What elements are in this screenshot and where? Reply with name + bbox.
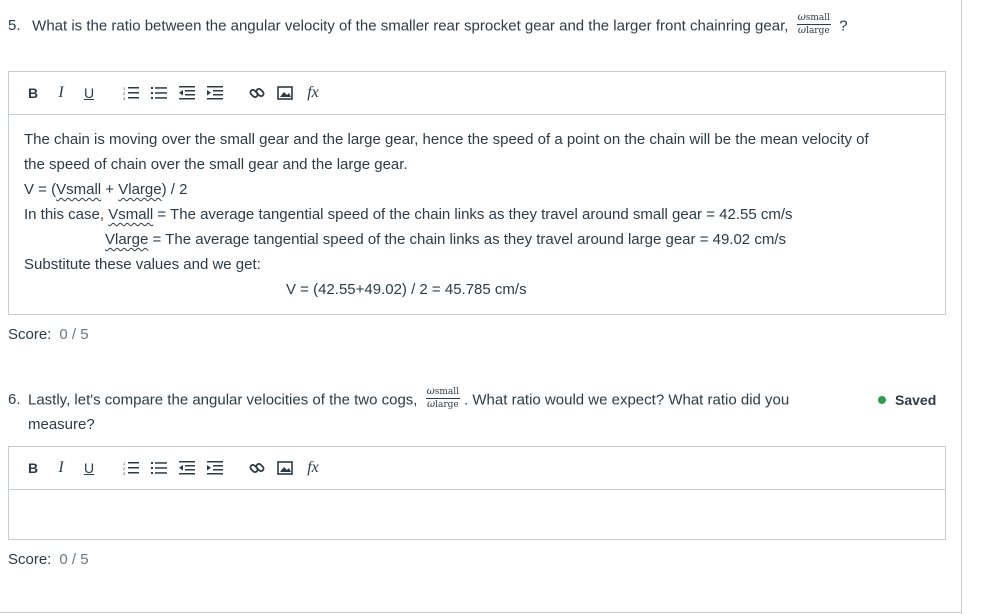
answer-result: V = (42.55+49.02) / 2 = 45.785 cm/s (286, 281, 527, 298)
answer-line: In this case, Vsmall = The average tange… (24, 206, 793, 223)
outdent-icon[interactable] (178, 84, 196, 102)
omega-ratio-fraction: ωsmall ωlarge (796, 12, 832, 36)
bullet-list-icon[interactable] (150, 459, 168, 477)
equation-button[interactable]: fx (304, 84, 322, 102)
image-icon[interactable] (276, 84, 294, 102)
bold-button[interactable]: B (24, 84, 42, 102)
score-value: 0 / 5 (59, 551, 89, 568)
answer-line: the speed of chain over the small gear a… (24, 156, 408, 173)
rich-text-editor-q5[interactable]: B I U 123 fx The chain is moving over th… (8, 71, 946, 315)
question-tail: ? (839, 17, 848, 35)
editor-toolbar: B I U 123 fx (9, 72, 945, 115)
ordered-list-icon[interactable]: 123 (122, 459, 140, 477)
divider (0, 612, 962, 613)
score-value: 0 / 5 (59, 326, 89, 343)
svg-text:3: 3 (123, 471, 126, 475)
answer-line: The chain is moving over the small gear … (24, 131, 869, 148)
question-6: 6. Lastly, let's compare the angular velo… (8, 386, 868, 437)
score-label: Score: (8, 326, 52, 343)
editor-toolbar: B I U 123 fx (9, 447, 945, 490)
answer-line: Substitute these values and we get: (24, 256, 261, 273)
bold-button[interactable]: B (24, 459, 42, 477)
omega-ratio-fraction: ωsmall ωlarge (425, 386, 461, 410)
equation-button[interactable]: fx (304, 459, 322, 477)
link-icon[interactable] (248, 84, 266, 102)
score-label: Score: (8, 551, 52, 568)
saved-dot-icon (878, 396, 886, 404)
indent-icon[interactable] (206, 459, 224, 477)
question-text-cont: . What ratio would we expect? What ratio… (464, 391, 790, 409)
question-text: Lastly, let's compare the angular veloci… (28, 391, 418, 409)
ordered-list-icon[interactable]: 123 (122, 84, 140, 102)
image-icon[interactable] (276, 459, 294, 477)
italic-button[interactable]: I (52, 84, 70, 102)
answer-line: Vlarge = The average tangential speed of… (105, 231, 786, 248)
score-q5: Score: 0 / 5 (8, 326, 89, 343)
indent-icon[interactable] (206, 84, 224, 102)
saved-status: Saved (878, 392, 936, 408)
question-text-wrap: measure? (28, 416, 95, 433)
question-5: 5. What is the ratio between the angular… (8, 12, 948, 39)
underline-button[interactable]: U (80, 84, 98, 102)
underline-button[interactable]: U (80, 459, 98, 477)
score-q6: Score: 0 / 5 (8, 551, 89, 568)
svg-text:3: 3 (123, 96, 126, 100)
question-number: 6. (8, 391, 21, 409)
link-icon[interactable] (248, 459, 266, 477)
question-text: What is the ratio between the angular ve… (32, 17, 789, 35)
bullet-list-icon[interactable] (150, 84, 168, 102)
editor-content[interactable]: The chain is moving over the small gear … (9, 115, 945, 302)
rich-text-editor-q6[interactable]: B I U 123 fx (8, 446, 946, 540)
question-number: 5. (8, 17, 21, 35)
italic-button[interactable]: I (52, 459, 70, 477)
editor-content[interactable] (9, 490, 945, 502)
answer-line: V = (Vsmall + Vlarge) / 2 (24, 181, 188, 198)
saved-label: Saved (895, 392, 937, 408)
outdent-icon[interactable] (178, 459, 196, 477)
